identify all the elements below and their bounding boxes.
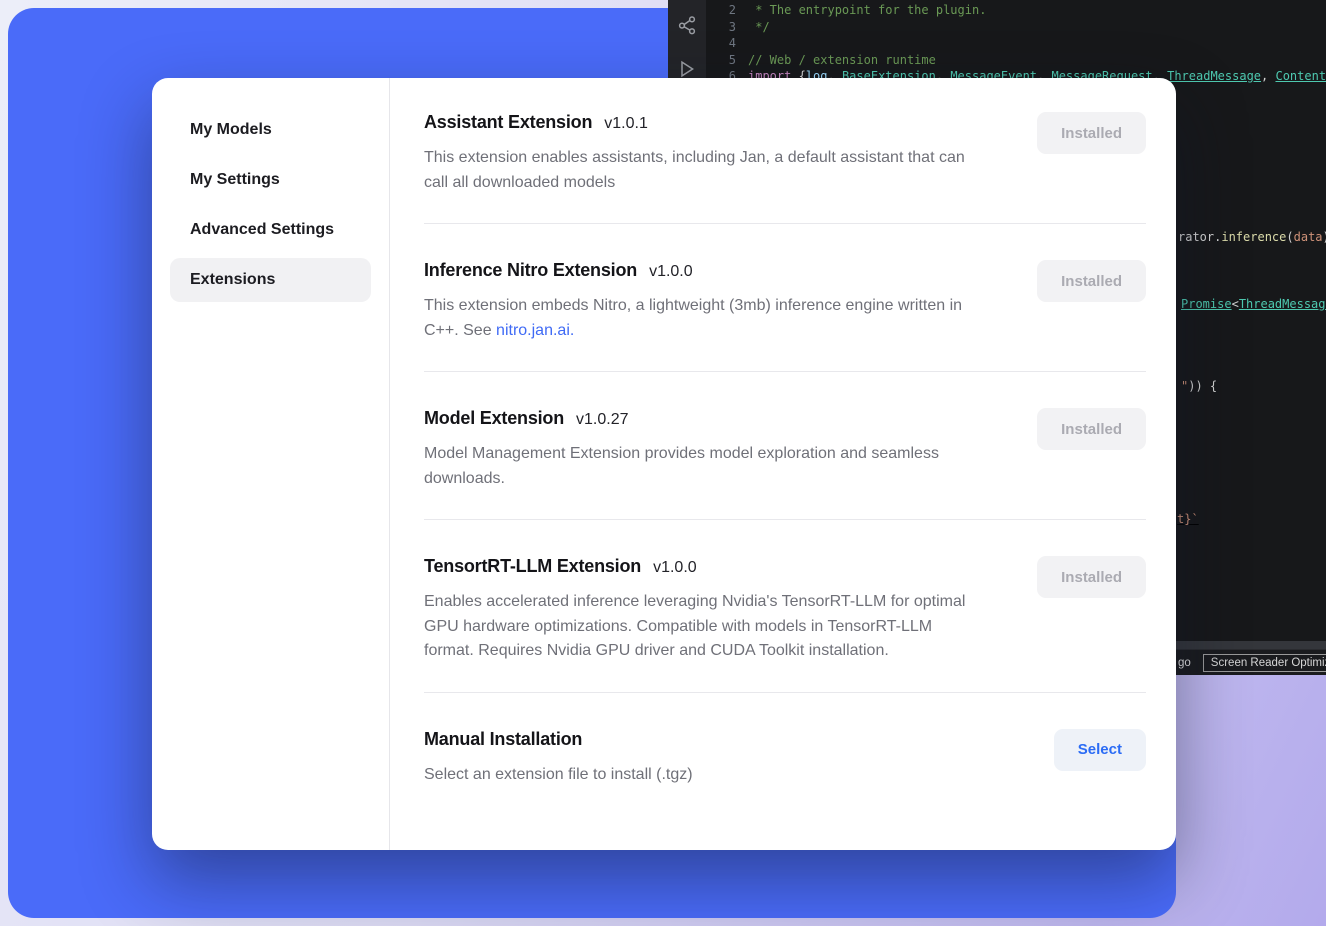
extension-row-nitro: Inference Nitro Extension v1.0.0 This ex… (424, 224, 1146, 372)
manual-installation-description: Select an extension file to install (.tg… (424, 763, 976, 788)
extension-description: Enables accelerated inference leveraging… (424, 590, 976, 664)
installed-button[interactable]: Installed (1037, 556, 1146, 598)
installed-button[interactable]: Installed (1037, 408, 1146, 450)
settings-modal: My Models My Settings Advanced Settings … (152, 78, 1176, 850)
installed-button[interactable]: Installed (1037, 112, 1146, 154)
extensions-panel: Assistant Extension v1.0.1 This extensio… (390, 78, 1176, 850)
horizontal-scrollbar[interactable] (1176, 641, 1326, 649)
sidebar-item-advanced-settings[interactable]: Advanced Settings (170, 208, 371, 252)
line-number: 5 (706, 52, 736, 69)
extension-row-tensorrt: TensortRT-LLM Extension v1.0.0 Enables a… (424, 520, 1146, 693)
extension-row-model: Model Extension v1.0.27 Model Management… (424, 372, 1146, 520)
extension-version: v1.0.0 (649, 263, 693, 281)
code-fragment: Promise<ThreadMessage> (1181, 296, 1326, 312)
extension-version: v1.0.27 (576, 411, 628, 429)
extension-title: TensortRT-LLM Extension (424, 556, 641, 577)
share-icon[interactable] (674, 12, 700, 38)
sidebar-item-my-settings[interactable]: My Settings (170, 158, 371, 202)
extension-version: v1.0.0 (653, 559, 697, 577)
code-fragment: t}` (1177, 511, 1199, 527)
extension-version: v1.0.1 (604, 115, 648, 133)
nitro-jan-ai-link[interactable]: nitro.jan.ai. (496, 322, 574, 339)
status-text: go (1178, 657, 1191, 669)
extension-title: Inference Nitro Extension (424, 260, 637, 281)
screen-reader-badge: Screen Reader Optimize (1203, 654, 1326, 672)
line-number: 4 (706, 35, 736, 52)
installed-button[interactable]: Installed (1037, 260, 1146, 302)
code-line: 3 */ (706, 19, 1326, 36)
extension-description: Model Management Extension provides mode… (424, 442, 976, 491)
code-line: 5 // Web / extension runtime (706, 52, 1326, 69)
settings-sidebar: My Models My Settings Advanced Settings … (152, 78, 390, 850)
sidebar-item-my-models[interactable]: My Models (170, 108, 371, 152)
line-number: 2 (706, 2, 736, 19)
extension-description: This extension embeds Nitro, a lightweig… (424, 294, 976, 343)
code-line: 4 (706, 35, 1326, 52)
code-fragment: rator.inference(data)); (1178, 229, 1326, 245)
extension-title: Assistant Extension (424, 112, 592, 133)
extension-row-assistant: Assistant Extension v1.0.1 This extensio… (424, 112, 1146, 224)
line-number: 3 (706, 19, 736, 36)
select-file-button[interactable]: Select (1054, 729, 1146, 771)
manual-installation-row: Manual Installation Select an extension … (424, 693, 1146, 816)
manual-installation-title: Manual Installation (424, 729, 582, 750)
code-fragment: ")) { (1181, 378, 1217, 394)
code-line: 2 * The entrypoint for the plugin. (706, 2, 1326, 19)
sidebar-item-extensions[interactable]: Extensions (170, 258, 371, 302)
page: 2 * The entrypoint for the plugin. 3 */ … (0, 0, 1326, 926)
extension-description: This extension enables assistants, inclu… (424, 146, 976, 195)
extension-title: Model Extension (424, 408, 564, 429)
